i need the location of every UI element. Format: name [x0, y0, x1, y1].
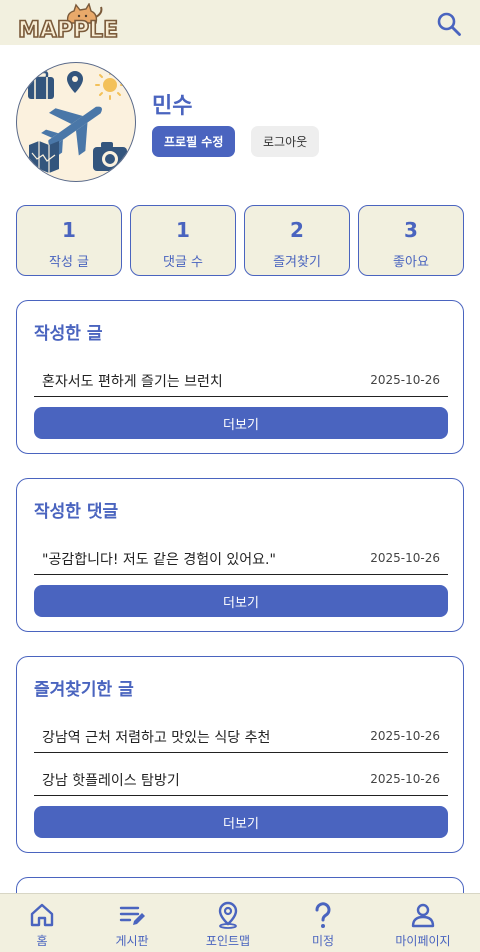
- item-date: 2025-10-26: [370, 373, 440, 387]
- nav-label: 게시판: [115, 934, 149, 948]
- more-button[interactable]: 더보기: [34, 806, 448, 838]
- username: 민수: [152, 94, 193, 119]
- item-date: 2025-10-26: [370, 729, 440, 743]
- list-item[interactable]: 강남 핫플레이스 탐방기 2025-10-26: [34, 762, 448, 796]
- avatar: [16, 62, 136, 182]
- nav-label: 미정: [311, 934, 335, 948]
- nav-pointmap[interactable]: 포인트맵: [180, 894, 276, 952]
- nav-label: 포인트맵: [205, 934, 251, 948]
- stat-likes[interactable]: 3 좋아요: [358, 205, 464, 276]
- item-title: "공감합니다! 저도 같은 경험이 있어요.": [42, 552, 276, 568]
- nav-board[interactable]: 게시판: [84, 894, 180, 952]
- board-icon: [119, 906, 145, 925]
- home-icon: [30, 903, 54, 927]
- stats-row: 1 작성 글 1 댓글 수 2 즐겨찾기 3 좋아요: [16, 205, 464, 276]
- stat-label: 좋아요: [393, 255, 429, 270]
- stat-label: 즐겨찾기: [273, 255, 321, 270]
- more-button[interactable]: 더보기: [34, 585, 448, 617]
- logout-button[interactable]: 로그아웃: [251, 126, 320, 157]
- list-item[interactable]: 혼자서도 편하게 즐기는 브런치 2025-10-26: [34, 363, 448, 397]
- stat-label: 작성 글: [48, 255, 89, 270]
- item-date: 2025-10-26: [370, 551, 440, 565]
- my-posts-card: 작성한 글 혼자서도 편하게 즐기는 브런치 2025-10-26 더보기: [16, 300, 464, 454]
- card-title: 즐겨찾기한 글: [34, 680, 134, 700]
- question-icon: [315, 902, 331, 928]
- nav-label: 마이페이지: [395, 934, 451, 948]
- bottom-nav: 홈 게시판 포인트맵 미정 마이페이지: [0, 893, 480, 952]
- nav-undecided[interactable]: 미정: [275, 894, 371, 952]
- nav-label: 홈: [36, 934, 48, 948]
- profile-section: 민수 프로필 수정 로그아웃: [16, 62, 464, 182]
- logo-text: MAPPLE: [17, 18, 119, 44]
- search-button[interactable]: [434, 9, 464, 39]
- nav-home[interactable]: 홈: [0, 894, 90, 952]
- card-title: 작성한 댓글: [34, 502, 119, 522]
- top-bar: MAPPLE: [0, 0, 480, 45]
- bookmarks-card: 즐겨찾기한 글 강남역 근처 저렴하고 맛있는 식당 추천 2025-10-26…: [16, 656, 464, 853]
- map-pin-icon: [218, 901, 238, 929]
- stat-value: 3: [404, 218, 418, 242]
- list-item[interactable]: 강남역 근처 저렴하고 맛있는 식당 추천 2025-10-26: [34, 719, 448, 753]
- stat-value: 1: [62, 218, 76, 242]
- stat-label: 댓글 수: [162, 255, 203, 270]
- list-item[interactable]: "공감합니다! 저도 같은 경험이 있어요." 2025-10-26: [34, 541, 448, 575]
- stat-comments[interactable]: 1 댓글 수: [130, 205, 236, 276]
- my-comments-card: 작성한 댓글 "공감합니다! 저도 같은 경험이 있어요." 2025-10-2…: [16, 478, 464, 632]
- item-title: 강남역 근처 저렴하고 맛있는 식당 추천: [42, 730, 271, 746]
- item-title: 혼자서도 편하게 즐기는 브런치: [42, 374, 223, 390]
- logo[interactable]: MAPPLE: [16, 3, 120, 45]
- user-icon: [411, 903, 435, 928]
- stat-bookmarks[interactable]: 2 즐겨찾기: [244, 205, 350, 276]
- item-title: 강남 핫플레이스 탐방기: [42, 773, 180, 789]
- card-title: 작성한 글: [34, 324, 103, 344]
- more-button[interactable]: 더보기: [34, 407, 448, 439]
- stat-posts[interactable]: 1 작성 글: [16, 205, 122, 276]
- search-icon: [437, 12, 461, 36]
- item-date: 2025-10-26: [370, 772, 440, 786]
- stat-value: 2: [290, 218, 304, 242]
- stat-value: 1: [176, 218, 190, 242]
- nav-mypage[interactable]: 마이페이지: [375, 894, 471, 952]
- travel-avatar-icon: [28, 70, 127, 173]
- edit-profile-button[interactable]: 프로필 수정: [152, 126, 236, 157]
